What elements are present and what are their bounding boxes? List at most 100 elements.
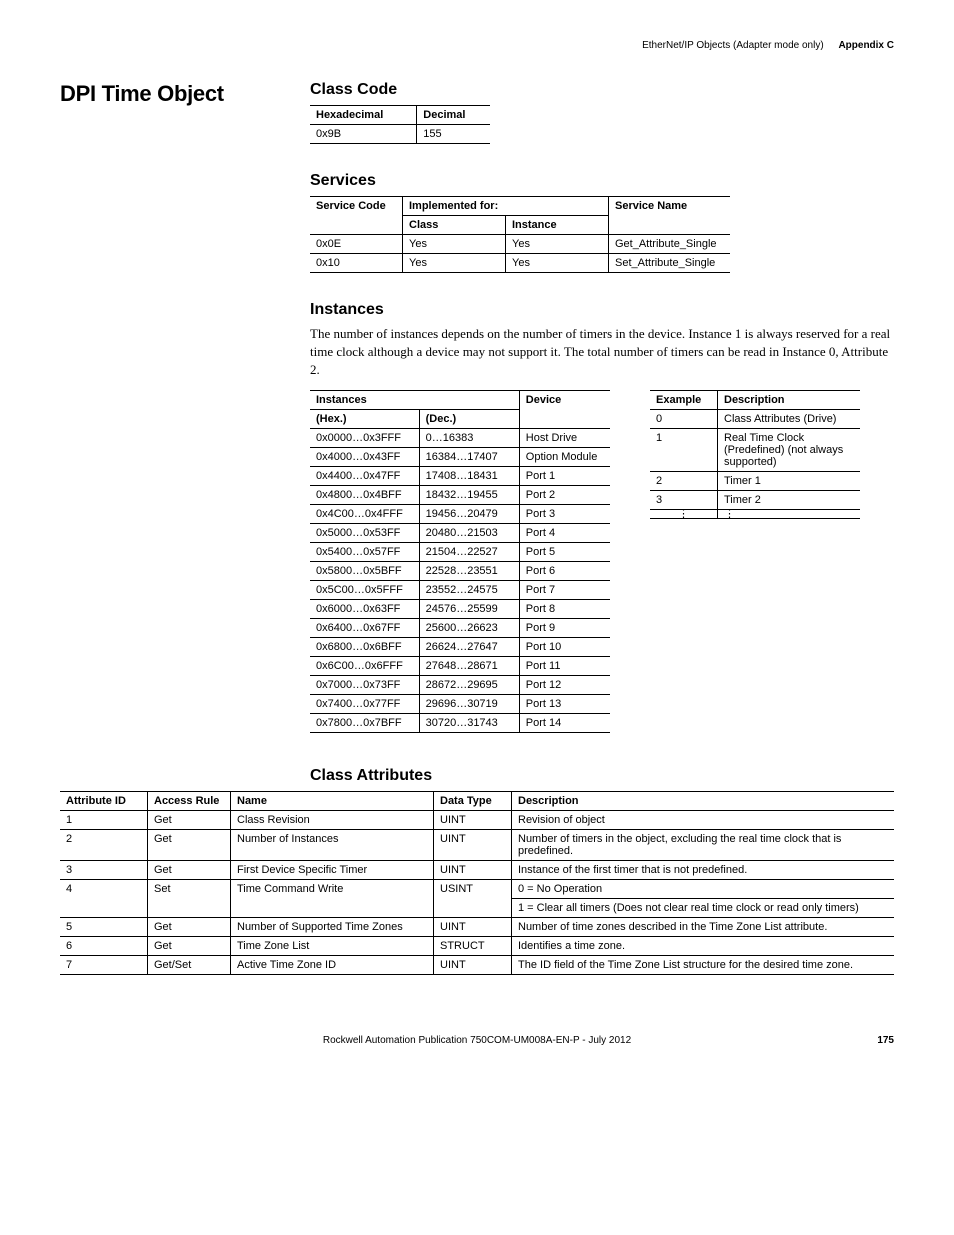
cell: Identifies a time zone. [512,936,895,955]
cell: Set_Attribute_Single [609,254,731,273]
vdots-icon: ⋮ [718,509,861,518]
class-code-heading: Class Code [310,81,894,99]
cell: 0x0000…0x3FFF [310,428,419,447]
table-row: 0x0EYesYesGet_Attribute_Single [310,235,730,254]
page-title: DPI Time Object [60,81,270,107]
table-row: 0x5C00…0x5FFF23552…24575Port 7 [310,580,610,599]
cell: 3 [60,860,148,879]
cell: 0x4400…0x47FF [310,466,419,485]
cell: Class Attributes (Drive) [718,409,861,428]
cell: 1 [650,428,718,471]
col-hex: (Hex.) [310,409,419,428]
cell: UINT [434,810,512,829]
cell: Port 4 [519,523,610,542]
col-description: Description [718,390,861,409]
cell: The ID field of the Time Zone List struc… [512,955,895,974]
cell: UINT [434,860,512,879]
col-class: Class [403,216,506,235]
table-row: 4SetTime Command WriteUSINT0 = No Operat… [60,879,894,898]
cell: Port 12 [519,675,610,694]
cell: Yes [506,235,609,254]
table-row: 0x7400…0x77FF29696…30719Port 13 [310,694,610,713]
cell: UINT [434,917,512,936]
col-device: Device [519,390,610,428]
cell: Set [148,879,231,917]
cell: Get [148,829,231,860]
col-service-name: Service Name [609,197,731,235]
footer-page: 175 [854,1035,894,1046]
col-attr-id: Attribute ID [60,791,148,810]
cell: 2 [650,471,718,490]
col-example: Example [650,390,718,409]
table-row: 0x6400…0x67FF25600…26623Port 9 [310,618,610,637]
col-desc: Description [512,791,895,810]
cell: 1 [60,810,148,829]
services-table: Service Code Implemented for: Service Na… [310,196,730,273]
cell: Port 3 [519,504,610,523]
cell: Yes [403,254,506,273]
cell: 2 [60,829,148,860]
table-row: 2Timer 1 [650,471,860,490]
cell: 0x4800…0x4BFF [310,485,419,504]
col-access: Access Rule [148,791,231,810]
table-row: 0x6C00…0x6FFF27648…28671Port 11 [310,656,610,675]
col-hex: Hexadecimal [310,106,417,125]
cell: Get [148,917,231,936]
cell: Port 7 [519,580,610,599]
cell: Port 11 [519,656,610,675]
col-service-code: Service Code [310,197,403,235]
table-row: 0x4C00…0x4FFF19456…20479Port 3 [310,504,610,523]
table-row-ellipsis: ⋮⋮ [650,509,860,518]
cell: 27648…28671 [419,656,519,675]
cell: 7 [60,955,148,974]
header-section: EtherNet/IP Objects (Adapter mode only) [642,40,824,51]
cell: Port 10 [519,637,610,656]
table-row: 0x5800…0x5BFF22528…23551Port 6 [310,561,610,580]
cell: 30720…31743 [419,713,519,732]
table-row: 0x7000…0x73FF28672…29695Port 12 [310,675,610,694]
cell: Real Time Clock (Predefined) (not always… [718,428,861,471]
cell: 0x6400…0x67FF [310,618,419,637]
instances-heading: Instances [310,301,894,319]
table-row: 5GetNumber of Supported Time ZonesUINTNu… [60,917,894,936]
class-attrs-heading: Class Attributes [310,767,894,785]
cell: Get/Set [148,955,231,974]
table-row: 0x10YesYesSet_Attribute_Single [310,254,730,273]
cell: 1 = Clear all timers (Does not clear rea… [512,898,895,917]
cell: 0x6800…0x6BFF [310,637,419,656]
cell: 0x10 [310,254,403,273]
cell: 0x6C00…0x6FFF [310,656,419,675]
cell: 19456…20479 [419,504,519,523]
cell: Yes [506,254,609,273]
cell: 24576…25599 [419,599,519,618]
cell: 0x0E [310,235,403,254]
cell: 0x4000…0x43FF [310,447,419,466]
col-impl-for: Implemented for: [403,197,609,216]
cell: 21504…22527 [419,542,519,561]
cell: Port 14 [519,713,610,732]
page-header: EtherNet/IP Objects (Adapter mode only) … [60,40,894,51]
cell: 5 [60,917,148,936]
cell: 17408…18431 [419,466,519,485]
table-row: 6GetTime Zone ListSTRUCTIdentifies a tim… [60,936,894,955]
cell: Time Zone List [231,936,434,955]
cell: 0…16383 [419,428,519,447]
cell: 29696…30719 [419,694,519,713]
cell: Time Command Write [231,879,434,917]
table-row: 0x5000…0x53FF20480…21503Port 4 [310,523,610,542]
cell: 26624…27647 [419,637,519,656]
cell: 0x5800…0x5BFF [310,561,419,580]
cell: Class Revision [231,810,434,829]
cell: 0x6000…0x63FF [310,599,419,618]
cell: 20480…21503 [419,523,519,542]
cell: 16384…17407 [419,447,519,466]
cell: USINT [434,879,512,917]
cell-hex: 0x9B [310,125,417,144]
table-row: 0x4800…0x4BFF18432…19455Port 2 [310,485,610,504]
cell: Yes [403,235,506,254]
cell: 25600…26623 [419,618,519,637]
cell: Port 8 [519,599,610,618]
instances-left-table: Instances Device (Hex.) (Dec.) 0x0000…0x… [310,390,610,733]
cell: 4 [60,879,148,917]
cell: 0x7400…0x77FF [310,694,419,713]
